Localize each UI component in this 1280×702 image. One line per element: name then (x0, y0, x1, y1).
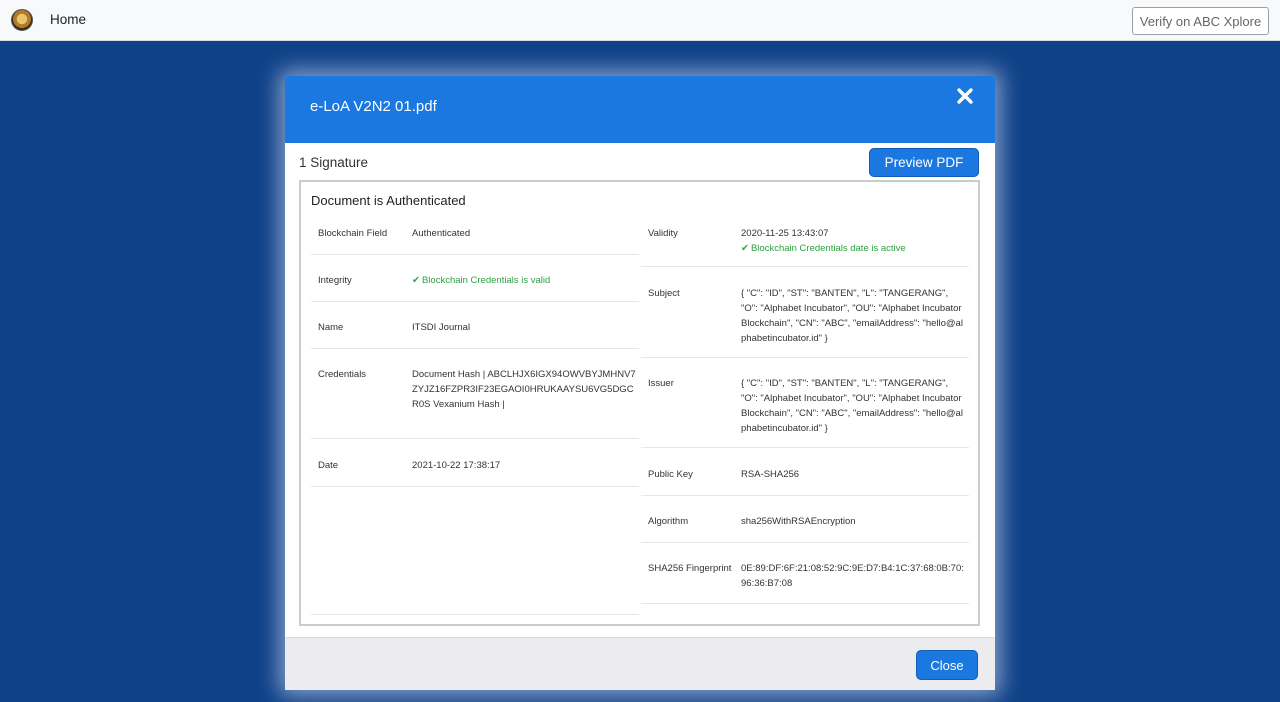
close-icon[interactable] (955, 86, 975, 106)
detail-row-name: Name ITSDI Journal (311, 302, 639, 349)
detail-value: RSA-SHA256 (741, 469, 800, 480)
detail-value: { "C": "ID", "ST": "BANTEN", "L": "TANGE… (741, 378, 963, 434)
detail-row-validity: Validity 2020-11-25 13:43:07 ✔ Blockchain… (641, 222, 969, 267)
detail-label: Name (318, 322, 344, 333)
brand-logo-icon[interactable] (11, 9, 33, 31)
detail-label: Subject (648, 288, 680, 299)
detail-row-subject: Subject { "C": "ID", "ST": "BANTEN", "L"… (641, 267, 969, 358)
detail-label: Integrity (318, 275, 352, 286)
panel-title: Document is Authenticated (311, 193, 466, 208)
close-button[interactable]: Close (916, 650, 978, 680)
signature-count: 1 Signature (299, 155, 369, 170)
detail-value: { "C": "ID", "ST": "BANTEN", "L": "TANGE… (741, 288, 963, 344)
detail-label: SHA256 Fingerprint (648, 563, 732, 574)
detail-value: Authenticated (412, 228, 471, 239)
detail-row-blockchain-field: Blockchain Field Authenticated (311, 222, 639, 255)
detail-label: Date (318, 460, 339, 471)
preview-pdf-button[interactable]: Preview PDF (869, 148, 979, 177)
check-icon: ✔ (741, 243, 749, 254)
detail-value: 0E:89:DF:6F:21:08:52:9C:9E:D7:B4:1C:37:6… (741, 563, 964, 589)
modal-header: e-LoA V2N2 01.pdf (285, 76, 995, 143)
validity-date: 2020-11-25 13:43:07 (741, 228, 829, 239)
check-icon: ✔ (412, 275, 420, 286)
detail-row-date: Date 2021-10-22 17:38:17 (311, 439, 639, 487)
signature-row: 1 Signature Preview PDF (285, 143, 995, 181)
detail-value-valid: ✔ Blockchain Credentials is valid (412, 273, 637, 288)
detail-value: 2020-11-25 13:43:07 ✔ Blockchain Credenti… (741, 226, 966, 256)
top-navbar: Home Verify on ABC Xplore (0, 0, 1280, 41)
detail-row-algorithm: Algorithm sha256WithRSAEncryption (641, 496, 969, 543)
detail-label: Credentials (318, 369, 367, 380)
detail-row-fingerprint: SHA256 Fingerprint 0E:89:DF:6F:21:08:52:… (641, 543, 969, 604)
detail-value: Document Hash | ABCLHJX6IGX94OWVBYJMHNV7… (412, 369, 636, 410)
detail-row-issuer: Issuer { "C": "ID", "ST": "BANTEN", "L":… (641, 358, 969, 448)
verify-xplore-button[interactable]: Verify on ABC Xplore (1132, 7, 1269, 35)
detail-label: Public Key (648, 469, 693, 480)
modal-footer: Close (285, 637, 995, 690)
signature-modal: e-LoA V2N2 01.pdf 1 Signature Preview PD… (285, 76, 995, 690)
modal-title: e-LoA V2N2 01.pdf (310, 98, 437, 115)
detail-label: Issuer (648, 378, 674, 389)
detail-label: Algorithm (648, 516, 689, 527)
detail-label: Validity (648, 228, 678, 239)
nav-home-link[interactable]: Home (50, 12, 86, 27)
validity-note: ✔ Blockchain Credentials date is active (741, 243, 906, 254)
detail-row-credentials: Credentials Document Hash | ABCLHJX6IGX9… (311, 349, 639, 439)
verification-panel: Document is Authenticated Blockchain Fie… (299, 180, 980, 626)
detail-row-integrity: Integrity ✔ Blockchain Credentials is val… (311, 255, 639, 302)
integrity-text: Blockchain Credentials is valid (421, 275, 551, 286)
detail-value: ITSDI Journal (412, 322, 471, 333)
validity-note-text: Blockchain Credentials date is active (750, 243, 906, 254)
detail-row-public-key: Public Key RSA-SHA256 (641, 448, 969, 496)
detail-value: 2021-10-22 17:38:17 (412, 460, 501, 471)
detail-row-empty (311, 487, 639, 615)
detail-label: Blockchain Field (318, 228, 388, 239)
detail-value: sha256WithRSAEncryption (741, 516, 856, 527)
